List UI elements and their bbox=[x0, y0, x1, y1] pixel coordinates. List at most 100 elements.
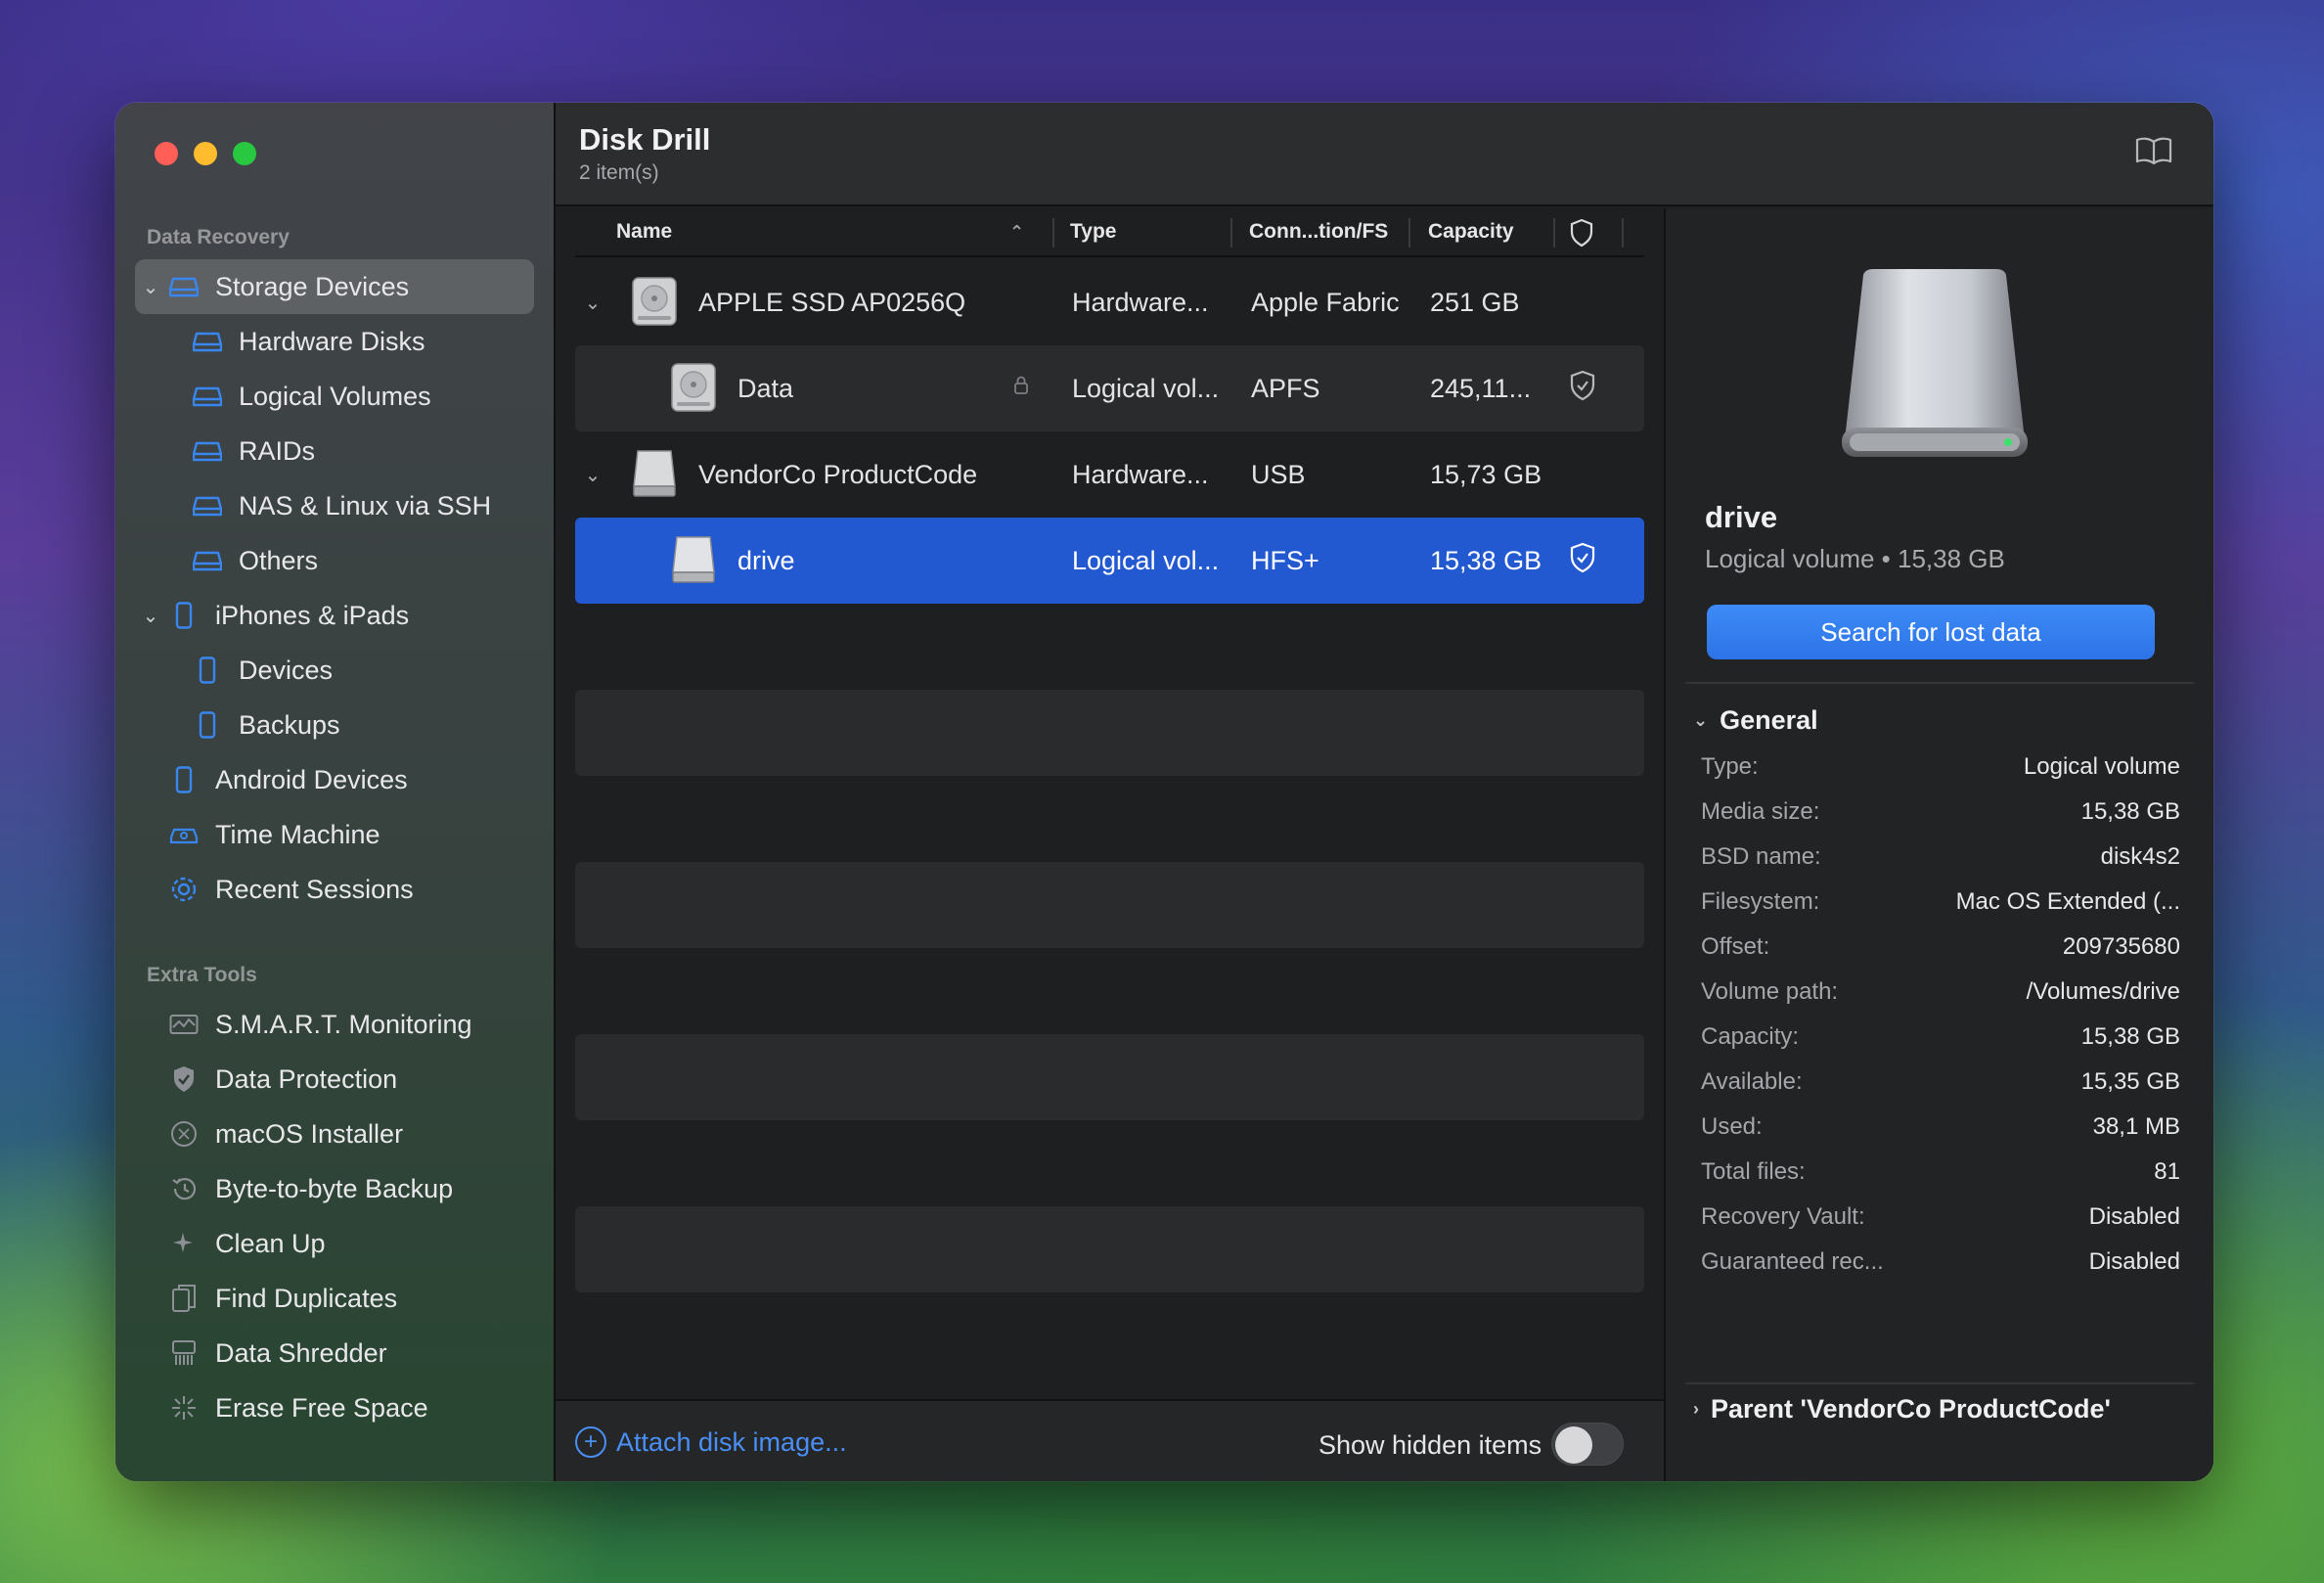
column-separator bbox=[1408, 218, 1410, 248]
monitor-icon bbox=[166, 1010, 201, 1039]
column-separator bbox=[1052, 218, 1054, 248]
table-row-selected[interactable]: drive Logical vol... HFS+ 15,38 GB bbox=[575, 518, 1644, 604]
sidebar-item-devices[interactable]: Devices bbox=[135, 643, 534, 698]
sidebar-item-erase-free-space[interactable]: Erase Free Space bbox=[135, 1380, 534, 1435]
property-row: Media size: 15,38 GB bbox=[1701, 790, 2180, 835]
close-window-button[interactable] bbox=[155, 142, 178, 165]
property-key: Guaranteed rec... bbox=[1701, 1248, 1884, 1275]
sidebar-item-clean-up[interactable]: Clean Up bbox=[135, 1216, 534, 1271]
property-key: Used: bbox=[1701, 1113, 1763, 1140]
duplicates-icon bbox=[166, 1284, 201, 1313]
property-row: Guaranteed rec... Disabled bbox=[1701, 1240, 2180, 1285]
toolbar: Disk Drill 2 item(s) bbox=[556, 103, 2213, 206]
sidebar-item-data-shredder[interactable]: Data Shredder bbox=[135, 1326, 534, 1380]
empty-row bbox=[575, 1206, 1644, 1292]
zoom-window-button[interactable] bbox=[233, 142, 256, 165]
sidebar-item-data-protection[interactable]: Data Protection bbox=[135, 1052, 534, 1107]
sidebar-item-recent-sessions[interactable]: Recent Sessions bbox=[135, 862, 534, 917]
property-row: Type: Logical volume bbox=[1701, 745, 2180, 790]
empty-row bbox=[575, 776, 1644, 862]
drive-icon bbox=[190, 546, 225, 575]
hard-disk-icon bbox=[630, 275, 679, 328]
book-icon[interactable] bbox=[2135, 136, 2172, 170]
sidebar-item-byte-backup[interactable]: Byte-to-byte Backup bbox=[135, 1161, 534, 1216]
column-capacity[interactable]: Capacity bbox=[1428, 220, 1514, 244]
chevron-down-icon[interactable]: ⌄ bbox=[1693, 710, 1708, 731]
sidebar-item-label: Devices bbox=[239, 655, 334, 685]
table-row[interactable]: ⌄ VendorCo ProductCode Hardware... USB 1… bbox=[575, 431, 1644, 518]
property-value: Disabled bbox=[2088, 1248, 2180, 1275]
sidebar-item-label: S.M.A.R.T. Monitoring bbox=[215, 1009, 472, 1039]
recovery-nav: ⌄ Storage Devices Hardware Disks Logical… bbox=[135, 259, 534, 917]
parent-section-header[interactable]: › Parent 'VendorCo ProductCode' bbox=[1693, 1394, 2111, 1425]
installer-icon bbox=[166, 1119, 201, 1149]
property-key: BSD name: bbox=[1701, 843, 1821, 870]
divider bbox=[1685, 1382, 2194, 1384]
property-key: Filesystem: bbox=[1701, 888, 1820, 915]
row-name: VendorCo ProductCode bbox=[698, 459, 978, 489]
general-section-header[interactable]: ⌄ General bbox=[1693, 705, 1818, 736]
list-footer: + Attach disk image... Show hidden items bbox=[556, 1399, 1664, 1481]
sidebar-item-iphones-ipads[interactable]: ⌄ iPhones & iPads bbox=[135, 588, 534, 643]
sidebar-item-nas-linux[interactable]: NAS & Linux via SSH bbox=[135, 478, 534, 533]
sidebar-item-time-machine[interactable]: Time Machine bbox=[135, 807, 534, 862]
phone-icon bbox=[190, 710, 225, 740]
sidebar-item-backups[interactable]: Backups bbox=[135, 698, 534, 752]
chevron-down-icon[interactable]: ⌄ bbox=[139, 275, 162, 299]
sidebar-item-smart-monitoring[interactable]: S.M.A.R.T. Monitoring bbox=[135, 997, 534, 1052]
shield-icon bbox=[166, 1064, 201, 1094]
sidebar-item-android-devices[interactable]: Android Devices bbox=[135, 752, 534, 807]
sidebar-item-find-duplicates[interactable]: Find Duplicates bbox=[135, 1271, 534, 1326]
sidebar-item-raids[interactable]: RAIDs bbox=[135, 424, 534, 478]
sidebar-item-storage-devices[interactable]: ⌄ Storage Devices bbox=[135, 259, 534, 314]
empty-row bbox=[575, 862, 1644, 948]
column-type[interactable]: Type bbox=[1070, 220, 1116, 244]
row-type: Hardware... bbox=[1072, 287, 1209, 317]
sidebar-item-hardware-disks[interactable]: Hardware Disks bbox=[135, 314, 534, 369]
table-row[interactable]: ⌄ APPLE SSD AP0256Q Hardware... Apple Fa… bbox=[575, 259, 1644, 345]
selected-device-name: drive bbox=[1705, 500, 1778, 534]
shield-check-icon bbox=[1569, 542, 1596, 580]
sidebar-item-label: Backups bbox=[239, 709, 340, 740]
sidebar-item-macos-installer[interactable]: macOS Installer bbox=[135, 1107, 534, 1161]
property-key: Volume path: bbox=[1701, 978, 1839, 1005]
row-connection: APFS bbox=[1251, 373, 1320, 403]
lock-icon bbox=[1013, 376, 1029, 401]
table-row[interactable]: Data Logical vol... APFS 245,11... bbox=[575, 345, 1644, 431]
property-row: Available: 15,35 GB bbox=[1701, 1060, 2180, 1105]
sidebar-item-label: NAS & Linux via SSH bbox=[239, 490, 492, 520]
column-header: Name ⌃ Type Conn...tion/FS Capacity bbox=[575, 208, 1644, 257]
sidebar-item-logical-volumes[interactable]: Logical Volumes bbox=[135, 369, 534, 424]
property-key: Type: bbox=[1701, 753, 1759, 780]
chevron-down-icon[interactable]: ⌄ bbox=[581, 463, 604, 487]
sidebar-item-label: macOS Installer bbox=[215, 1118, 404, 1149]
row-capacity: 15,38 GB bbox=[1430, 545, 1542, 575]
chevron-down-icon[interactable]: ⌄ bbox=[139, 604, 162, 628]
drive-image-icon bbox=[1832, 267, 2037, 468]
sidebar-item-label: Others bbox=[239, 545, 319, 575]
rows: ⌄ APPLE SSD AP0256Q Hardware... Apple Fa… bbox=[575, 259, 1644, 1292]
property-key: Recovery Vault: bbox=[1701, 1203, 1865, 1230]
selected-device-subtitle: Logical volume • 15,38 GB bbox=[1705, 544, 2005, 573]
attach-disk-image-link[interactable]: + Attach disk image... bbox=[575, 1426, 847, 1458]
sort-ascending-icon[interactable]: ⌃ bbox=[1009, 222, 1024, 243]
toggle-knob bbox=[1555, 1426, 1592, 1464]
external-drive-icon bbox=[669, 533, 718, 586]
chevron-right-icon[interactable]: › bbox=[1693, 1399, 1699, 1420]
sidebar-item-others[interactable]: Others bbox=[135, 533, 534, 588]
section-title-extra-tools: Extra Tools bbox=[147, 964, 257, 986]
chevron-down-icon[interactable]: ⌄ bbox=[581, 291, 604, 315]
sidebar-item-label: Hardware Disks bbox=[239, 326, 425, 356]
phone-icon bbox=[166, 601, 201, 630]
property-key: Total files: bbox=[1701, 1158, 1806, 1185]
column-connection[interactable]: Conn...tion/FS bbox=[1249, 220, 1388, 244]
column-name[interactable]: Name bbox=[616, 220, 672, 244]
erase-icon bbox=[166, 1393, 201, 1423]
search-for-lost-data-button[interactable]: Search for lost data bbox=[1707, 605, 2155, 659]
minimize-window-button[interactable] bbox=[194, 142, 217, 165]
device-list: Name ⌃ Type Conn...tion/FS Capacity ⌄ AP… bbox=[556, 208, 1664, 1481]
protection-column-icon[interactable] bbox=[1569, 218, 1594, 253]
show-hidden-toggle[interactable] bbox=[1551, 1423, 1624, 1466]
parent-title: Parent 'VendorCo ProductCode' bbox=[1711, 1394, 2111, 1424]
backup-icon bbox=[166, 1174, 201, 1203]
